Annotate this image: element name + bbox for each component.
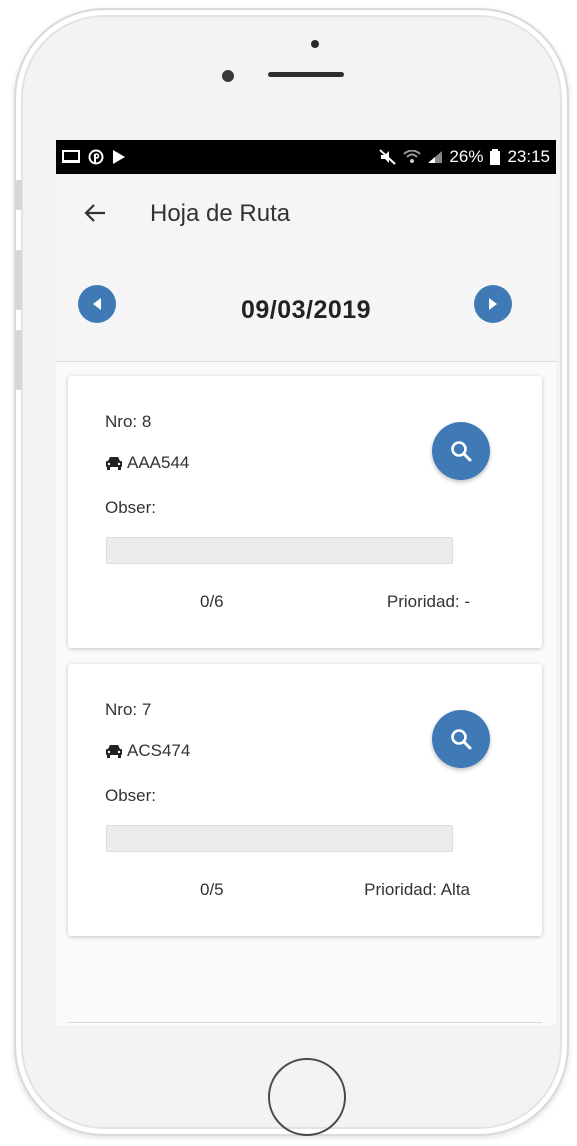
chevron-right-icon [489,298,497,310]
search-icon [451,729,472,750]
route-card[interactable]: Nro: 7 ACS474 Obser: 0/5 Prioridad: Alta [68,664,542,936]
proximity-sensor [311,40,319,48]
observation-field[interactable] [106,825,453,852]
vehicle-plate: ACS474 [105,741,190,761]
home-button[interactable] [268,1058,346,1136]
battery-percent: 26% [449,147,484,166]
progress-count: 0/6 [200,592,224,611]
observation-label: Obser: [105,786,157,805]
observation-field[interactable] [106,537,453,564]
app-toolbar: Hoja de Ruta [56,174,556,254]
date-navigator: 09/03/2019 [56,254,556,362]
priority-label: Prioridad: Alta [364,880,470,899]
signal-icon [428,151,443,163]
front-camera [222,70,234,82]
plate-text: AAA544 [127,453,190,472]
progress-count: 0/5 [200,880,224,899]
battery-icon [490,149,501,165]
route-number: Nro: 7 [105,700,152,719]
car-icon [106,745,122,758]
search-button[interactable] [432,710,490,768]
car-icon [106,457,122,470]
list-bottom-divider [68,1022,542,1023]
cast-icon [62,150,80,163]
vehicle-plate: AAA544 [105,453,189,473]
phone-side-button [16,330,22,390]
phone-side-button [16,180,22,210]
current-date: 09/03/2019 [240,296,372,324]
page-title: Hoja de Ruta [150,200,291,227]
search-button[interactable] [432,422,490,480]
plate-text: ACS474 [127,741,191,760]
route-number: Nro: 8 [105,412,152,431]
search-icon [451,441,472,462]
status-bar: 26% 23:15 [56,140,556,174]
chevron-left-icon [93,298,101,310]
observation-label: Obser: [105,498,157,517]
pinterest-icon [88,149,104,165]
app-screen: 26% 23:15 Hoja de Ruta 09/03/2019 Nro: 8… [56,140,556,1025]
arrow-left-icon[interactable] [84,199,124,230]
previous-date-button[interactable] [78,285,116,323]
earpiece-speaker [268,72,344,77]
priority-label: Prioridad: - [386,592,470,611]
play-store-icon [113,150,125,164]
mute-icon [379,149,397,165]
wifi-icon [403,150,422,163]
phone-side-button [16,250,22,310]
route-card[interactable]: Nro: 8 AAA544 Obser: 0/6 Prioridad: - [68,376,542,648]
next-date-button[interactable] [474,285,512,323]
status-time: 23:15 [507,147,550,166]
